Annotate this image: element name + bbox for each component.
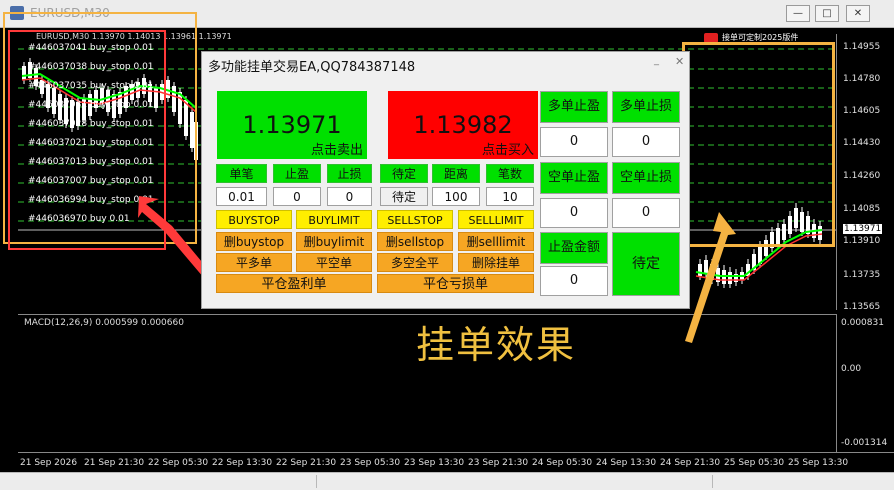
panel-close-button[interactable]: ✕: [675, 55, 684, 68]
close-all-button[interactable]: 多空全平: [377, 253, 453, 272]
candle-body: [728, 272, 732, 284]
price-tick: 1.13565: [843, 302, 881, 312]
maximize-button[interactable]: □: [815, 5, 839, 22]
buystop-button[interactable]: BUYSTOP: [216, 210, 292, 229]
panel-minimize-button[interactable]: _: [654, 56, 664, 66]
time-axis: 21 Sep 2026 21 Sep 21:30 22 Sep 05:30 22…: [18, 452, 894, 472]
short-sl-button[interactable]: 空单止损: [612, 162, 680, 194]
sl-header: 止损: [327, 164, 372, 183]
price-tick: 1.14260: [843, 171, 881, 181]
pending-button[interactable]: 待定: [612, 232, 680, 296]
lot-input[interactable]: 0.01: [216, 187, 267, 206]
highlight-frame-orders: [8, 30, 166, 250]
status-divider: [712, 475, 713, 488]
tp-amount-button[interactable]: 止盈金额: [540, 232, 608, 264]
delete-sellstop-button[interactable]: 删sellstop: [377, 232, 453, 251]
short-tp-input[interactable]: 0: [540, 198, 608, 228]
ea-panel[interactable]: 多功能挂单交易EA,QQ784387148 _ ✕ 1.13971 点击卖出 1…: [201, 51, 690, 309]
price-tick: 1.14430: [843, 138, 881, 148]
selllimit-button[interactable]: SELLLIMIT: [458, 210, 534, 229]
price-tick: 1.14955: [843, 42, 881, 52]
price-tick: 1.13735: [843, 270, 881, 280]
tp-input[interactable]: 0: [273, 187, 321, 206]
delete-pending-button[interactable]: 删除挂单: [458, 253, 534, 272]
close-button[interactable]: ✕: [846, 5, 870, 22]
macd-axis: 0.000831 0.00 -0.001314: [836, 314, 894, 452]
price-tick: 1.14780: [843, 74, 881, 84]
time-tick: 24 Sep 21:30: [660, 458, 721, 468]
time-tick: 21 Sep 21:30: [84, 458, 145, 468]
time-tick: 22 Sep 13:30: [212, 458, 273, 468]
time-tick: 21 Sep 2026: [20, 458, 78, 468]
time-tick: 23 Sep 05:30: [340, 458, 401, 468]
tp-amount-input[interactable]: 0: [540, 266, 608, 296]
candle-body: [710, 264, 714, 280]
time-tick: 25 Sep 05:30: [724, 458, 785, 468]
distance-input[interactable]: 100: [432, 187, 480, 206]
pending-input[interactable]: 待定: [380, 187, 428, 206]
status-bar: [0, 472, 894, 490]
candle-body: [704, 260, 708, 274]
time-tick: 22 Sep 21:30: [276, 458, 337, 468]
distance-header: 距离: [432, 164, 480, 183]
candle-body: [698, 264, 702, 276]
delete-selllimit-button[interactable]: 删selllimit: [458, 232, 534, 251]
caption-text: 挂单效果: [416, 323, 577, 367]
price-tick: 1.14085: [843, 204, 881, 214]
buylimit-button[interactable]: BUYLIMIT: [296, 210, 372, 229]
count-header: 笔数: [486, 164, 534, 183]
delete-buylimit-button[interactable]: 删buylimit: [296, 232, 372, 251]
close-loss-button[interactable]: 平仓亏损单: [377, 274, 534, 293]
long-sl-input[interactable]: 0: [612, 127, 680, 157]
long-sl-button[interactable]: 多单止损: [612, 91, 680, 123]
sell-label: 点击卖出: [310, 143, 363, 158]
lot-header: 单笔: [216, 164, 267, 183]
short-sl-input[interactable]: 0: [612, 198, 680, 228]
time-tick: 24 Sep 13:30: [596, 458, 657, 468]
sell-price: 1.13971: [242, 111, 342, 139]
macd-tick: 0.000831: [841, 318, 884, 328]
close-profit-button[interactable]: 平仓盈利单: [216, 274, 372, 293]
price-axis: 1.14955 1.14780 1.14605 1.14430 1.14260 …: [836, 34, 894, 312]
current-price-tag: 1.13971: [843, 224, 883, 234]
close-long-button[interactable]: 平多单: [216, 253, 292, 272]
panel-title: 多功能挂单交易EA,QQ784387148: [208, 60, 416, 75]
pending-header: 待定: [380, 164, 428, 183]
sellstop-button[interactable]: SELLSTOP: [377, 210, 453, 229]
minimize-button[interactable]: —: [786, 5, 810, 22]
sl-input[interactable]: 0: [327, 187, 372, 206]
highlight-frame-chart: [682, 42, 835, 247]
buy-price: 1.13982: [413, 111, 513, 139]
price-tick: 1.13910: [843, 236, 881, 246]
delete-buystop-button[interactable]: 删buystop: [216, 232, 292, 251]
short-tp-button[interactable]: 空单止盈: [540, 162, 608, 194]
long-tp-input[interactable]: 0: [540, 127, 608, 157]
buy-button[interactable]: 1.13982 点击买入: [388, 91, 538, 159]
time-tick: 25 Sep 13:30: [788, 458, 849, 468]
macd-tick: 0.00: [841, 364, 862, 374]
price-tick: 1.14605: [843, 106, 881, 116]
macd-tick: -0.001314: [841, 438, 888, 448]
close-short-button[interactable]: 平空单: [296, 253, 372, 272]
macd-label: MACD(12,26,9) 0.000599 0.000660: [24, 318, 184, 328]
buy-label: 点击买入: [481, 143, 534, 158]
tp-header: 止盈: [273, 164, 321, 183]
time-tick: 23 Sep 13:30: [404, 458, 465, 468]
sell-button[interactable]: 1.13971 点击卖出: [217, 91, 367, 159]
status-divider: [316, 475, 317, 488]
time-tick: 22 Sep 05:30: [148, 458, 209, 468]
long-tp-button[interactable]: 多单止盈: [540, 91, 608, 123]
time-tick: 23 Sep 21:30: [468, 458, 529, 468]
time-tick: 24 Sep 05:30: [532, 458, 593, 468]
count-input[interactable]: 10: [486, 187, 534, 206]
